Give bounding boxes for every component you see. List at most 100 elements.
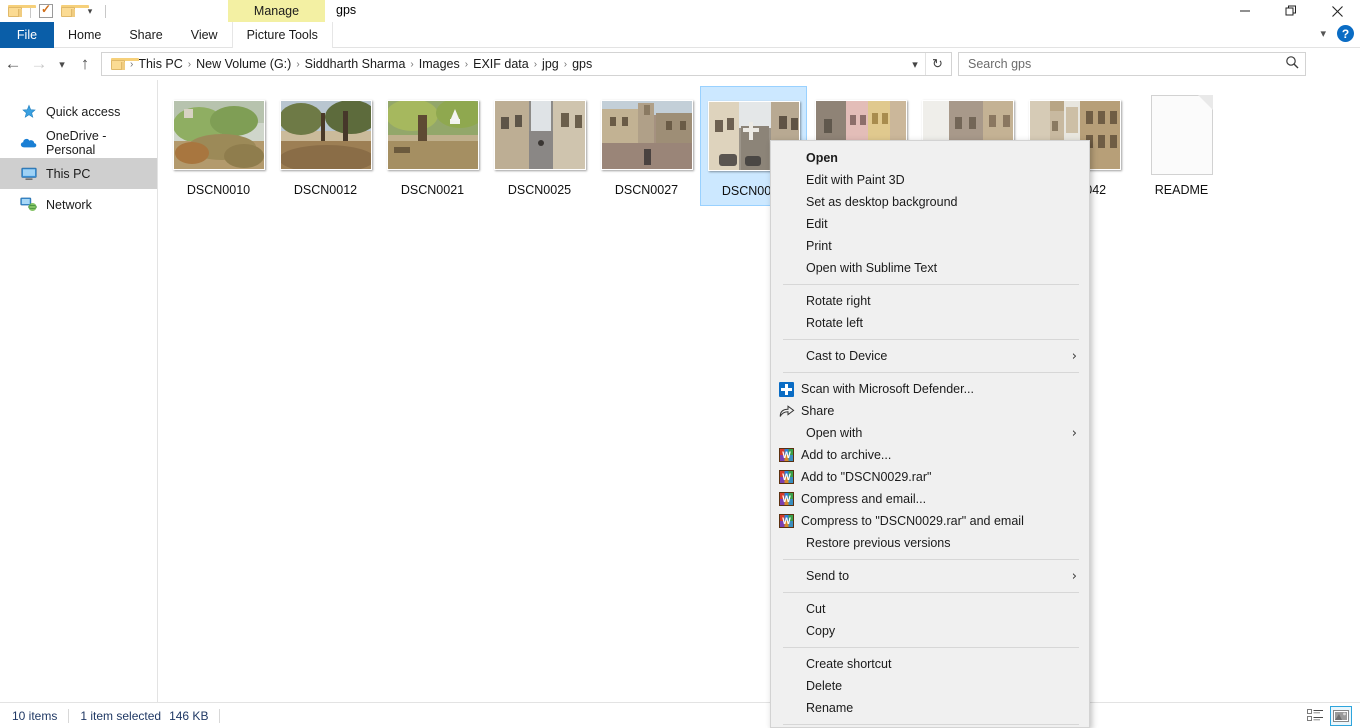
thumbnail-wrap: [492, 96, 588, 174]
file-explorer-window: ▾ Manage gps Fil: [0, 0, 1360, 728]
address-folder-icon: [107, 54, 139, 74]
menu-item-copy[interactable]: Copy: [771, 620, 1089, 642]
customize-qat-caret-icon[interactable]: ▾: [79, 1, 101, 21]
status-divider: [68, 708, 70, 723]
qat-divider-2: [105, 4, 106, 18]
file-item[interactable]: DSCN0012: [272, 86, 379, 206]
menu-item-open-with-sublime-text[interactable]: Open with Sublime Text: [771, 257, 1089, 279]
chevron-right-icon: ›: [1071, 568, 1077, 584]
cloud-icon: [20, 134, 37, 151]
thumbnail-wrap: [278, 96, 374, 174]
navigation-pane: Quick access OneDrive - Personal This PC…: [0, 80, 158, 702]
file-item[interactable]: README: [1128, 86, 1235, 206]
menu-separator: [783, 724, 1079, 725]
context-menu[interactable]: Open Edit with Paint 3D Set as desktop b…: [770, 140, 1090, 728]
star-icon: [20, 103, 37, 120]
breadcrumb-jpg[interactable]: jpg: [538, 54, 563, 74]
menu-item-scan-with-microsoft-defender[interactable]: Scan with Microsoft Defender...: [771, 378, 1089, 400]
refresh-icon[interactable]: ↻: [925, 53, 949, 75]
menu-item-restore-previous-versions[interactable]: Restore previous versions: [771, 532, 1089, 554]
sidebar-item-this-pc[interactable]: This PC: [0, 158, 157, 189]
menu-item-compress-to-rar-and-email[interactable]: Compress to "DSCN0029.rar" and email: [771, 510, 1089, 532]
winrar-icon: [779, 447, 799, 463]
maximize-icon[interactable]: [1268, 0, 1314, 22]
file-item[interactable]: DSCN0010: [165, 86, 272, 206]
search-input[interactable]: Search gps: [968, 57, 1031, 71]
menu-item-open[interactable]: Open: [771, 147, 1089, 169]
breadcrumb-siddharth-sharma[interactable]: Siddharth Sharma: [301, 54, 410, 74]
share-icon: [779, 403, 799, 419]
menu-item-share[interactable]: Share: [771, 400, 1089, 422]
menu-item-compress-and-email[interactable]: Compress and email...: [771, 488, 1089, 510]
large-icons-view-icon[interactable]: [1330, 705, 1352, 726]
breadcrumb-images[interactable]: Images: [415, 54, 464, 74]
breadcrumb-this-pc[interactable]: This PC: [134, 54, 186, 74]
search-icon[interactable]: [1285, 55, 1299, 74]
winrar-icon: [779, 513, 799, 529]
thumbnail-wrap: [599, 96, 695, 174]
forward-button[interactable]: →: [26, 50, 52, 78]
sidebar-item-label: This PC: [46, 166, 91, 181]
ribbon-tab-bar: File Home Share View Picture Tools: [0, 22, 1360, 48]
new-folder-icon[interactable]: [57, 1, 89, 21]
chevron-down-icon[interactable]: ▾: [1320, 27, 1326, 40]
explorer-folder-icon[interactable]: [4, 1, 36, 21]
menu-item-edit[interactable]: Edit: [771, 213, 1089, 235]
status-item-count: 10 items: [12, 708, 58, 723]
properties-icon[interactable]: [35, 1, 57, 21]
address-bar-row: ← → ▾ ↑ › This PC › New Volume (G:) › Si…: [0, 49, 1360, 79]
sidebar-item-label: Network: [46, 197, 92, 212]
menu-item-set-as-desktop-background[interactable]: Set as desktop background: [771, 191, 1089, 213]
up-button[interactable]: ↑: [72, 50, 98, 78]
recent-locations-icon[interactable]: ▾: [52, 50, 72, 78]
address-dropdown-icon[interactable]: ▾: [905, 58, 925, 71]
breadcrumb-gps[interactable]: gps: [568, 54, 596, 74]
close-icon[interactable]: [1314, 0, 1360, 22]
menu-item-add-to-archive[interactable]: Add to archive...: [771, 444, 1089, 466]
menu-item-edit-with-paint-3d[interactable]: Edit with Paint 3D: [771, 169, 1089, 191]
address-bar[interactable]: › This PC › New Volume (G:) › Siddharth …: [101, 52, 952, 76]
menu-item-send-to[interactable]: Send to ›: [771, 565, 1089, 587]
menu-item-open-with[interactable]: Open with ›: [771, 422, 1089, 444]
file-item[interactable]: DSCN0027: [593, 86, 700, 206]
file-list-pane[interactable]: DSCN0010 DSCN0012 DSCN0021 DSCN0025 DSCN…: [159, 80, 1360, 702]
menu-item-print[interactable]: Print: [771, 235, 1089, 257]
sidebar-item-network[interactable]: Network: [0, 189, 157, 220]
address-bar-end-controls: ▾ ↻: [905, 53, 949, 75]
breadcrumb-exif-data[interactable]: EXIF data: [469, 54, 533, 74]
menu-item-cut[interactable]: Cut: [771, 598, 1089, 620]
file-item-label: DSCN0012: [293, 183, 358, 197]
sidebar-item-quick-access[interactable]: Quick access: [0, 96, 157, 127]
window-controls: [1222, 0, 1360, 22]
back-button[interactable]: ←: [0, 50, 26, 78]
minimize-icon[interactable]: [1222, 0, 1268, 22]
tab-picture-tools[interactable]: Picture Tools: [231, 22, 333, 48]
menu-item-delete[interactable]: Delete: [771, 675, 1089, 697]
breadcrumb-new-volume[interactable]: New Volume (G:): [192, 54, 295, 74]
tab-file[interactable]: File: [0, 22, 54, 48]
chevron-right-icon: ›: [1071, 348, 1077, 364]
winrar-icon: [779, 491, 799, 507]
title-bar: ▾ Manage gps: [0, 0, 1360, 22]
menu-separator: [783, 284, 1079, 285]
tab-view[interactable]: View: [177, 22, 232, 48]
file-grid: DSCN0010 DSCN0012 DSCN0021 DSCN0025 DSCN…: [165, 86, 1360, 206]
monitor-icon: [20, 165, 37, 182]
help-icon[interactable]: ?: [1337, 25, 1354, 42]
menu-item-create-shortcut[interactable]: Create shortcut: [771, 653, 1089, 675]
menu-item-rotate-left[interactable]: Rotate left: [771, 312, 1089, 334]
menu-item-rotate-right[interactable]: Rotate right: [771, 290, 1089, 312]
menu-separator: [783, 592, 1079, 593]
tab-share[interactable]: Share: [115, 22, 176, 48]
menu-item-rename[interactable]: Rename: [771, 697, 1089, 719]
file-item[interactable]: DSCN0021: [379, 86, 486, 206]
search-box[interactable]: Search gps: [958, 52, 1306, 76]
menu-item-add-to-rar[interactable]: Add to "DSCN0029.rar": [771, 466, 1089, 488]
menu-item-cast-to-device[interactable]: Cast to Device ›: [771, 345, 1089, 367]
network-icon: [20, 196, 37, 213]
file-item[interactable]: DSCN0025: [486, 86, 593, 206]
details-view-icon[interactable]: [1304, 706, 1326, 726]
sidebar-item-onedrive[interactable]: OneDrive - Personal: [0, 127, 157, 158]
image-thumbnail: [172, 100, 265, 170]
tab-home[interactable]: Home: [54, 22, 115, 48]
